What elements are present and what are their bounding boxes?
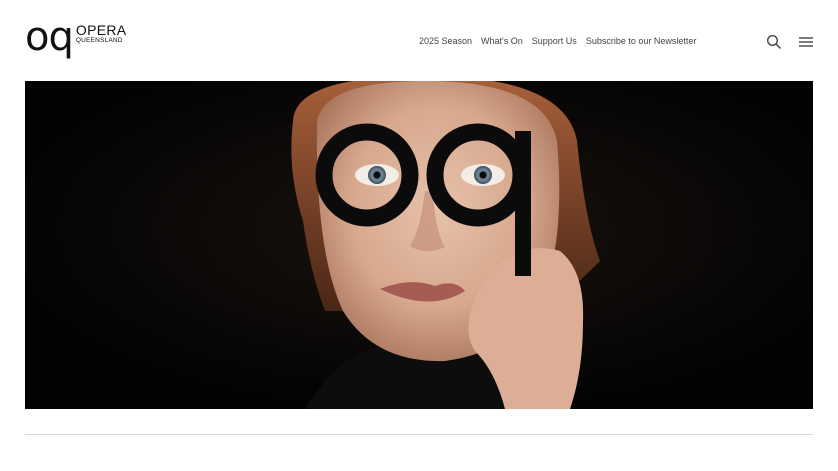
oq-overlay-q-stem — [515, 131, 531, 276]
menu-button[interactable] — [798, 34, 814, 50]
site-header: oq OPERA QUEENSLAND 2025 Season What's O… — [0, 0, 838, 81]
left-pupil — [373, 171, 381, 179]
nav-item-2025-season[interactable]: 2025 Season — [419, 36, 472, 46]
right-pupil — [479, 171, 487, 179]
nav-item-whats-on[interactable]: What's On — [481, 36, 523, 46]
logo-mark: oq — [25, 14, 74, 60]
hamburger-menu-icon — [799, 37, 813, 47]
main-navigation: 2025 Season What's On Support Us Subscri… — [419, 36, 705, 46]
hero-image — [25, 81, 813, 409]
section-divider — [25, 434, 813, 435]
logo-line-opera: OPERA — [75, 22, 127, 38]
logo-wordmark: OPERA QUEENSLAND — [75, 22, 127, 45]
logo-line-queensland: QUEENSLAND — [75, 37, 123, 44]
nav-item-subscribe-newsletter[interactable]: Subscribe to our Newsletter — [586, 36, 697, 46]
opera-queensland-logo[interactable]: oq OPERA QUEENSLAND — [25, 14, 127, 60]
search-button[interactable] — [766, 34, 782, 50]
hero-portrait-illustration — [25, 81, 813, 409]
search-icon — [766, 34, 781, 49]
nav-item-support-us[interactable]: Support Us — [532, 36, 577, 46]
